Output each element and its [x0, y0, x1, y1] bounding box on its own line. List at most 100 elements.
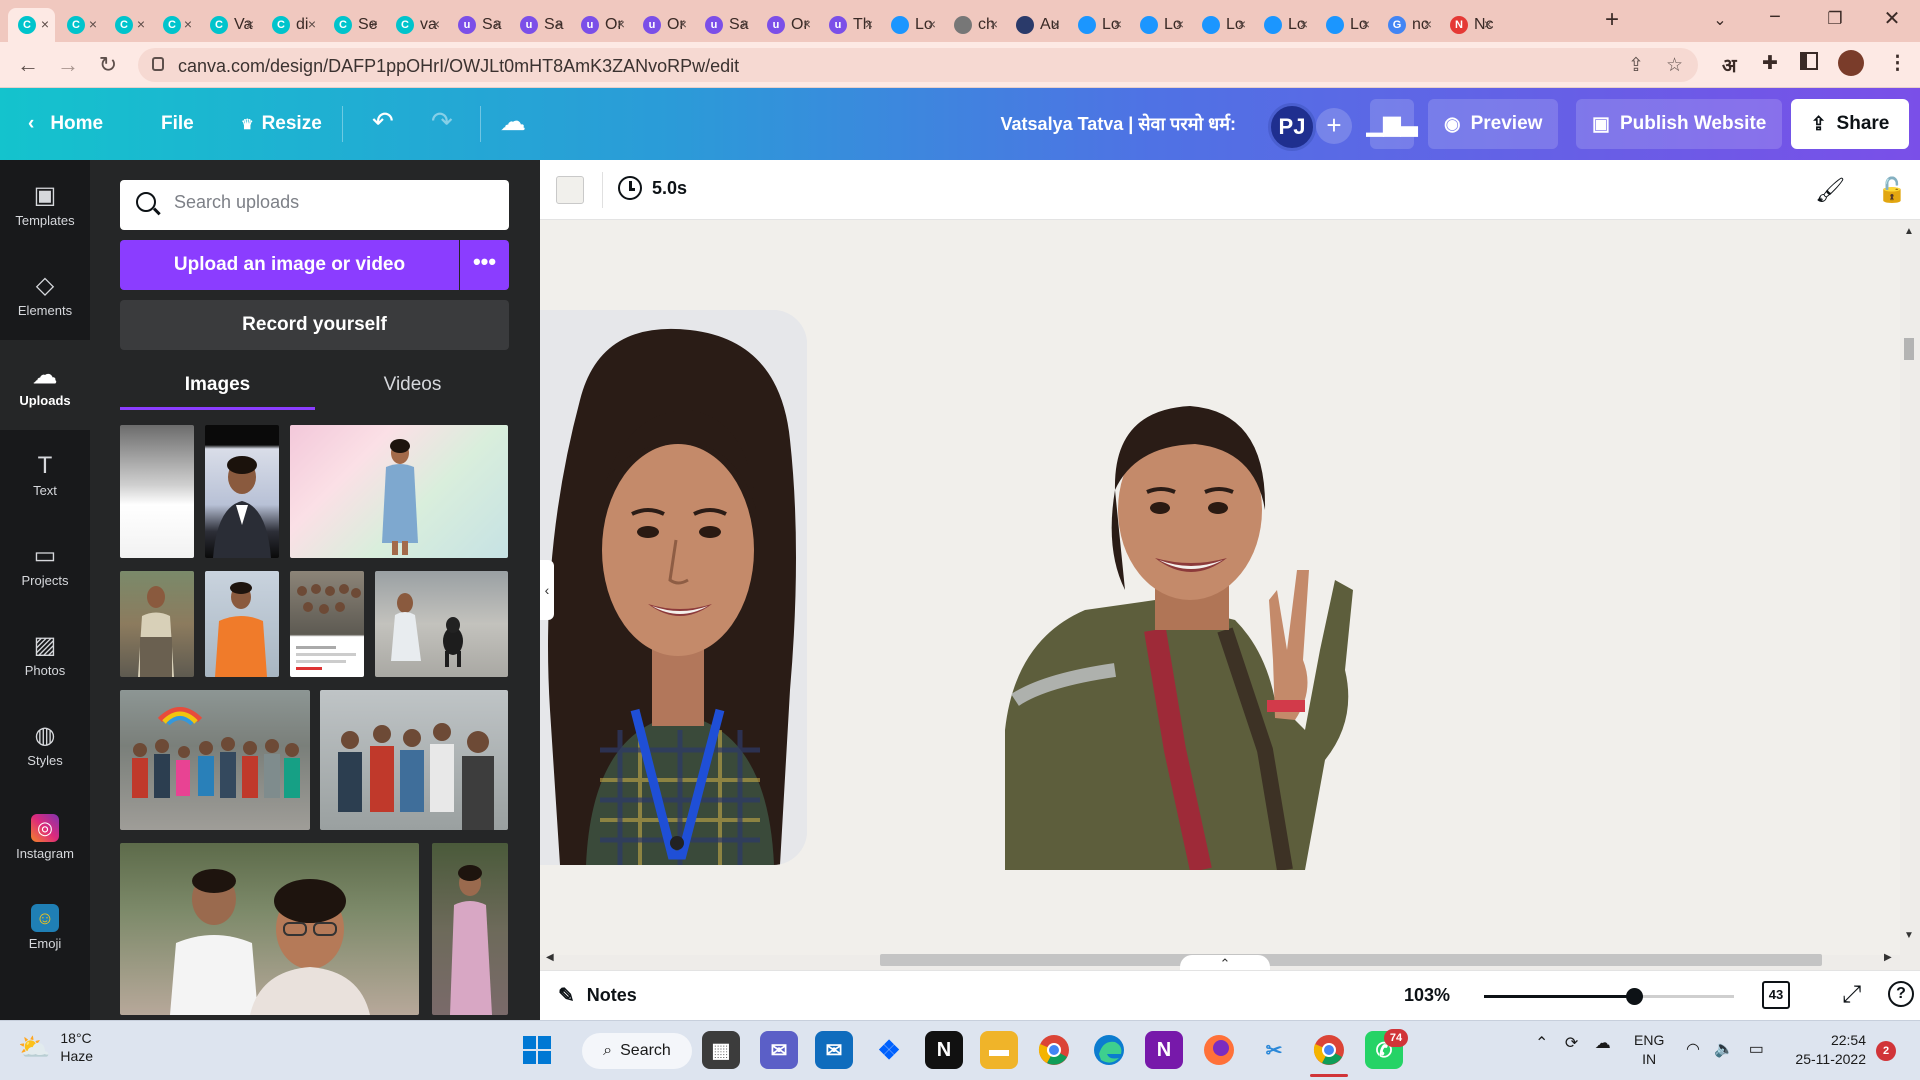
browser-tab[interactable]: N Nc × [1440, 8, 1498, 42]
taskbar-clock[interactable]: 22:54 25-11-2022 [1782, 1031, 1866, 1069]
rail-item-text[interactable]: T Text [0, 430, 90, 520]
sync-icon[interactable]: ⟳ [1565, 1035, 1578, 1052]
browser-tab[interactable]: Lo × [1192, 8, 1252, 42]
firefox-icon[interactable] [1200, 1031, 1238, 1069]
zoom-slider[interactable] [1484, 988, 1734, 1005]
tab-close-icon[interactable]: × [1052, 16, 1060, 32]
browser-tab[interactable]: u Sa × [448, 8, 508, 42]
insights-button[interactable]: ▁▆▃ [1367, 99, 1417, 149]
scroll-right-arrow-icon[interactable]: ▶ [1884, 952, 1892, 963]
notion-icon[interactable]: N [925, 1031, 963, 1069]
collapse-panel-chevron-icon[interactable]: ‹ [540, 560, 554, 620]
task-view-icon[interactable]: ▦ [702, 1031, 740, 1069]
minimize-button[interactable]: − [1755, 6, 1795, 29]
devanagari-extension-icon[interactable]: अ [1722, 52, 1737, 78]
rail-item-photos[interactable]: ▨ Photos [0, 610, 90, 700]
browser-tab[interactable]: C × [57, 8, 103, 42]
browser-tab[interactable]: u Sa × [510, 8, 569, 42]
browser-tab[interactable]: Cva × [386, 8, 446, 42]
tab-close-icon[interactable]: × [803, 16, 811, 32]
vertical-scroll-thumb[interactable] [1904, 338, 1914, 360]
edge-icon[interactable] [1090, 1031, 1128, 1069]
chrome-menu-icon[interactable]: ⋮ [1888, 52, 1907, 75]
tab-close-icon[interactable]: × [1424, 16, 1432, 32]
upload-thumbnail[interactable] [290, 425, 508, 558]
share-button[interactable]: ⇪ Share [1791, 99, 1909, 149]
tab-close-icon[interactable]: × [679, 16, 687, 32]
profile-avatar[interactable] [1838, 50, 1864, 76]
browser-tab[interactable]: Lo × [1254, 8, 1314, 42]
photo-element-woman-portrait[interactable] [540, 310, 807, 865]
upload-thumbnail[interactable] [432, 843, 508, 1015]
tab-search-chevron-icon[interactable]: ⌄ [1700, 10, 1740, 30]
tab-close-icon[interactable]: × [555, 16, 563, 32]
browser-tab[interactable]: Lo × [881, 8, 942, 42]
forward-button[interactable]: → [54, 52, 82, 80]
tray-status-icons[interactable]: ◠ 🔈 ▭ [1686, 1039, 1764, 1059]
address-bar[interactable]: canva.com/design/DAFP1ppOHrI/OWJLt0mHT8A… [138, 48, 1698, 82]
upload-thumbnail[interactable] [120, 843, 419, 1015]
notification-badge[interactable]: 2 [1876, 1041, 1896, 1061]
input-language[interactable]: ENG IN [1634, 1031, 1664, 1069]
tab-close-icon[interactable]: × [1176, 16, 1184, 32]
home-button[interactable]: ‹ Home [28, 108, 103, 140]
chrome-profile-icon[interactable] [1310, 1031, 1348, 1077]
tab-close-icon[interactable]: × [89, 16, 97, 32]
paint-roller-icon[interactable]: 🖌 [1815, 176, 1845, 205]
upload-thumbnail[interactable] [120, 690, 310, 830]
background-color-swatch[interactable] [556, 176, 584, 204]
share-page-icon[interactable]: ⇪ [1628, 54, 1644, 77]
back-button[interactable]: ← [14, 52, 42, 80]
browser-tab[interactable]: C × [153, 8, 198, 42]
extensions-puzzle-icon[interactable]: ✚ [1762, 52, 1778, 75]
browser-tab[interactable]: u Or × [757, 8, 817, 42]
preview-button[interactable]: ◉ Preview [1428, 99, 1559, 149]
teams-chat-icon[interactable]: ✉ [760, 1031, 798, 1069]
publish-website-button[interactable]: ▣ Publish Website [1576, 99, 1783, 149]
tab-close-icon[interactable]: × [990, 16, 998, 32]
record-yourself-button[interactable]: Record yourself [120, 300, 509, 350]
vertical-scrollbar[interactable]: ▲ ▼ [1898, 220, 1920, 950]
rail-item-elements[interactable]: ◇ Elements [0, 250, 90, 340]
upload-thumbnail[interactable] [290, 571, 364, 677]
rail-item-templates[interactable]: ▣ Templates [0, 160, 90, 250]
tab-close-icon[interactable]: × [137, 16, 145, 32]
tab-close-icon[interactable]: × [1362, 16, 1370, 32]
resize-button[interactable]: ♛ Resize [241, 108, 322, 140]
lock-icon[interactable]: 🔓 [1877, 176, 1907, 205]
rail-item-projects[interactable]: ▭ Projects [0, 520, 90, 610]
onenote-icon[interactable]: N [1145, 1031, 1183, 1069]
browser-tab[interactable]: Lo × [1068, 8, 1128, 42]
tab-close-icon[interactable]: × [741, 16, 749, 32]
browser-tab[interactable]: u Or × [571, 8, 631, 42]
browser-tab[interactable]: Lo × [1130, 8, 1190, 42]
taskbar-search-button[interactable]: ⌕ Search [582, 1033, 692, 1069]
mail-icon[interactable]: ✉ [815, 1031, 853, 1069]
tab-close-icon[interactable]: × [865, 16, 873, 32]
browser-tab[interactable]: Au × [1006, 8, 1066, 42]
tab-close-icon[interactable]: × [1300, 16, 1308, 32]
browser-tab[interactable]: u Or × [633, 8, 693, 42]
browser-tab[interactable]: Gnc × [1378, 8, 1438, 42]
browser-tab[interactable]: C Va × [200, 8, 260, 42]
browser-tab[interactable]: u Th × [819, 8, 879, 42]
upload-thumbnail[interactable] [120, 425, 194, 558]
upload-thumbnail[interactable] [375, 571, 508, 677]
fullscreen-icon[interactable]: ⤢ [1842, 981, 1861, 1009]
upload-thumbnail[interactable] [205, 571, 279, 677]
horizontal-scroll-thumb[interactable] [880, 954, 1822, 966]
tab-close-icon[interactable]: × [308, 16, 316, 32]
chevron-up-icon[interactable]: ⌃ [1535, 1035, 1548, 1052]
tab-close-icon[interactable]: × [617, 16, 625, 32]
page-duration-button[interactable]: 5.0s [618, 176, 687, 200]
redo-icon[interactable]: ↷ [431, 106, 453, 137]
collaborator-avatar[interactable]: PJ [1268, 103, 1316, 151]
rail-item-styles[interactable]: ◍ Styles [0, 700, 90, 790]
tab-close-icon[interactable]: × [928, 16, 936, 32]
tab-close-icon[interactable]: × [432, 16, 440, 32]
tab-close-icon[interactable]: × [370, 16, 378, 32]
tab-close-icon[interactable]: × [246, 16, 254, 32]
tab-close-icon[interactable]: × [184, 16, 192, 32]
reload-button[interactable]: ↻ [94, 52, 122, 80]
browser-tab[interactable]: C × [8, 8, 55, 42]
